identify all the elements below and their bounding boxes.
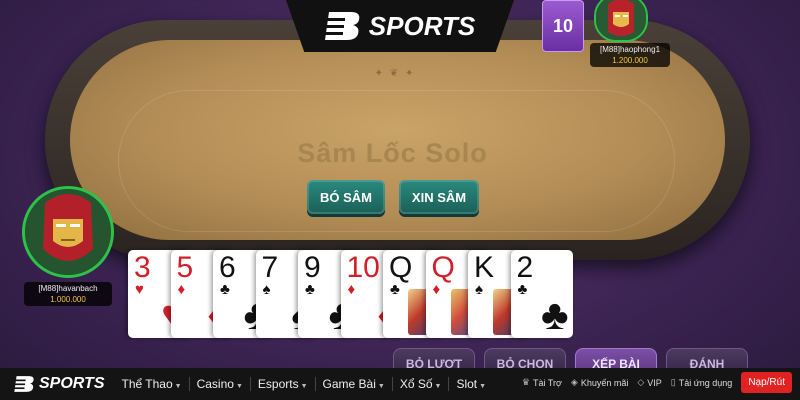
card-rank: 10	[346, 251, 380, 284]
player-name: [M88]havanbach	[38, 284, 98, 293]
card-rank: 7	[261, 251, 279, 284]
card-suit-icon: ♣	[390, 281, 400, 298]
chevron-down-icon: ▼	[377, 383, 385, 390]
card-rank: K	[474, 251, 495, 284]
card-big-suit-icon: ♣	[540, 291, 569, 338]
opponent-name: [M88]haophong1	[599, 45, 661, 54]
chevron-down-icon: ▼	[434, 383, 442, 390]
nav-item-esports[interactable]: Esports ▼	[251, 377, 316, 391]
nav-logo[interactable]: SPORTS	[14, 375, 105, 393]
player-money: 1.000.000	[50, 295, 86, 304]
card-rank: 5	[176, 251, 194, 284]
diamond-icon: ◇	[637, 377, 645, 387]
card-rank: Q	[431, 251, 455, 284]
nav-link-promo[interactable]: ◈ Khuyến mãi	[571, 377, 628, 388]
brand-logo-text: SPORTS	[368, 10, 476, 41]
phone-icon: ▯	[670, 377, 676, 387]
player-avatar[interactable]	[22, 186, 114, 278]
card-rank: 3	[134, 251, 151, 284]
card-rank: 2	[516, 251, 534, 284]
brand-b-icon	[324, 10, 363, 42]
card-suit-icon: ♥	[135, 281, 144, 298]
game-title: Sâm Lốc Solo	[297, 138, 488, 168]
card-suit-icon: ♠	[262, 281, 271, 298]
card-suit-icon: ♣	[517, 281, 528, 298]
nav-item-xo-so[interactable]: Xổ Số ▼	[393, 377, 450, 391]
trophy-icon: ♛	[521, 377, 530, 387]
nav-link-app[interactable]: ▯ Tải ứng dụng	[671, 377, 733, 388]
chevron-down-icon: ▼	[174, 383, 182, 390]
nav-logo-text: SPORTS	[39, 375, 105, 392]
card-rank: 6	[219, 251, 236, 284]
card-rank: Q	[389, 251, 413, 284]
opponent-money: 1.200.000	[612, 56, 648, 65]
nav-item-game-bai[interactable]: Game Bài ▼	[316, 377, 393, 391]
opponent-card-count: 10	[542, 0, 584, 52]
brand-logo-banner: SPORTS	[286, 0, 514, 52]
card-suit-icon: ♣	[220, 281, 230, 298]
opponent-name-tag: [M88]haophong1 1.200.000	[590, 43, 670, 67]
player-name-tag: [M88]havanbach 1.000.000	[24, 282, 112, 306]
card-suit-icon: ♦	[177, 281, 186, 298]
nav-right-links: ♛ Tài Trợ ◈ Khuyến mãi ◇ VIP ▯ Tải ứng dụng …	[522, 372, 792, 393]
nav-item-slot[interactable]: Slot ▼	[449, 377, 493, 391]
nav-link-sponsor[interactable]: ♛ Tài Trợ	[522, 377, 562, 388]
bao-sam-button[interactable]: BÓ SÂM	[307, 180, 385, 214]
tag-icon: ◈	[570, 377, 578, 387]
card-suit-icon: ♦	[432, 281, 441, 298]
deposit-button[interactable]: Nạp/Rút	[741, 372, 792, 393]
xin-sam-button[interactable]: XIN SÂM	[399, 180, 479, 214]
card-suit-icon: ♣	[305, 281, 315, 298]
card-suit-icon: ♦	[347, 281, 356, 298]
chevron-down-icon: ▼	[479, 383, 487, 390]
nav-b-icon	[14, 376, 34, 392]
chevron-down-icon: ▼	[235, 383, 243, 390]
opponent-avatar[interactable]	[594, 0, 648, 42]
chevron-down-icon: ▼	[300, 383, 308, 390]
hand-card[interactable]: 2 ♣ ♣	[510, 250, 573, 338]
card-rank: 9	[304, 251, 321, 284]
nav-item-casino[interactable]: Casino ▼	[190, 377, 251, 391]
site-navbar: SPORTS Thể Thao ▼ Casino ▼ Esports ▼ Game B…	[0, 368, 800, 400]
nav-link-vip[interactable]: ◇ VIP	[637, 377, 661, 388]
card-suit-icon: ♠	[475, 281, 483, 298]
table-ornament-icon: ✦ ❦ ✦	[374, 68, 416, 79]
nav-item-the-thao[interactable]: Thể Thao ▼	[115, 377, 190, 391]
